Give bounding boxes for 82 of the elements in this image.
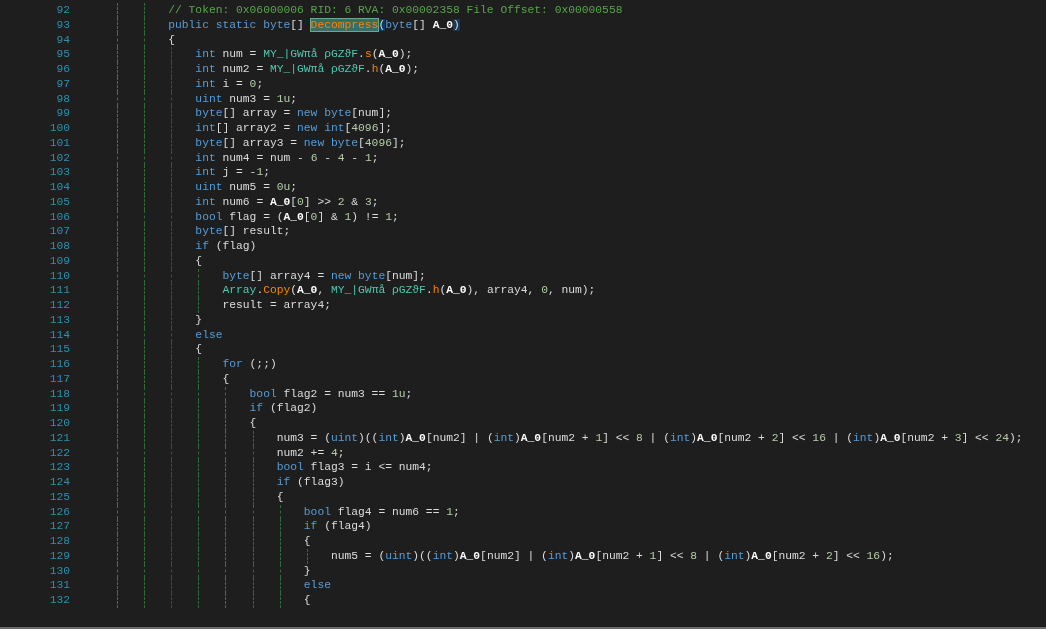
code-line: { <box>302 593 311 608</box>
code-line: { <box>167 32 175 48</box>
code-line: byte[] array3 = new byte[4096]; <box>194 135 406 151</box>
line-number: 105 <box>48 194 70 210</box>
code-line: for (;;) <box>221 357 277 372</box>
line-number: 101 <box>48 135 70 151</box>
code-line: if (flag3) <box>275 475 345 490</box>
code-line: public static byte[] Decompress(byte[] A_0) <box>167 17 460 33</box>
code-line: else <box>194 327 223 343</box>
code-line: int[] array2 = new int[4096]; <box>194 121 392 136</box>
line-number: 124 <box>48 475 70 490</box>
code-line: bool flag = (A_0[0] & 1) != 1; <box>194 209 399 225</box>
code-line: byte[] array = new byte[num]; <box>194 106 392 121</box>
code-line: else <box>302 578 331 593</box>
line-number: 123 <box>48 460 70 475</box>
code-line: if (flag2) <box>248 401 318 416</box>
line-number: 103 <box>48 165 70 180</box>
line-number: 117 <box>48 371 70 387</box>
code-line: Array.Copy(A_0, MY_|GWπå ρGZϑF.h(A_0), array4, 0, num); <box>221 283 596 298</box>
line-number: 93 <box>55 17 70 33</box>
line-number: 118 <box>48 386 70 402</box>
line-number: 96 <box>55 62 70 77</box>
line-number: 129 <box>48 548 70 564</box>
line-number: 119 <box>48 401 70 416</box>
code-line: { <box>194 253 203 269</box>
line-number: 126 <box>48 504 70 520</box>
code-line: bool flag4 = num6 == 1; <box>302 504 460 520</box>
line-number: 127 <box>48 519 70 534</box>
line-number: 95 <box>55 47 70 62</box>
line-number: 121 <box>48 430 70 446</box>
line-number: 114 <box>48 327 70 343</box>
code-line: bool flag3 = i <= num4; <box>275 460 433 475</box>
line-number: 100 <box>48 121 70 136</box>
code-line: num3 = (uint)((int)A_0[num2] | (int)A_0[num2 + 1] << 8 | (int)A_0[num2 + 2] << 16 | (int)A_0[num2 + 3] << 24); <box>275 430 1023 446</box>
line-number: 102 <box>48 150 70 166</box>
code-line: result = array4; <box>221 298 331 313</box>
code-line: } <box>194 312 203 328</box>
line-number: 125 <box>48 489 70 505</box>
line-number: 113 <box>48 312 70 328</box>
code-line: int num6 = A_0[0] >> 2 & 3; <box>194 194 379 210</box>
code-line: int num2 = MY_|GWπå ρGZϑF.h(A_0); <box>194 62 420 77</box>
line-number: 131 <box>48 578 70 593</box>
code-line: if (flag4) <box>302 519 372 534</box>
line-number: 109 <box>48 253 70 269</box>
line-number: 92 <box>55 3 70 18</box>
line-number: 98 <box>55 91 70 107</box>
line-number: 115 <box>48 342 70 357</box>
line-number: 132 <box>48 593 70 608</box>
code-line: byte[] array4 = new byte[num]; <box>221 268 426 284</box>
code-line: bool flag2 = num3 == 1u; <box>248 386 413 402</box>
code-line: if (flag) <box>194 239 257 254</box>
code-line: { <box>248 416 257 431</box>
line-number: 128 <box>48 534 70 549</box>
code-line: uint num3 = 1u; <box>194 91 298 107</box>
line-number: 99 <box>55 106 70 121</box>
code-line: int num4 = num - 6 - 4 - 1; <box>194 150 379 166</box>
code-line: { <box>194 342 203 357</box>
line-number: 97 <box>55 76 70 92</box>
line-number: 122 <box>48 445 70 461</box>
line-number: 104 <box>48 180 70 195</box>
code-line: uint num5 = 0u; <box>194 180 298 195</box>
line-number: 120 <box>48 416 70 431</box>
line-number: 94 <box>55 32 70 48</box>
code-line: { <box>302 534 311 549</box>
line-number: 116 <box>48 357 70 372</box>
code-line: // Token: 0x06000006 RID: 6 RVA: 0x00002358 File Offset: 0x00000558 <box>167 3 623 18</box>
line-number: 107 <box>48 224 70 239</box>
code-line: { <box>221 371 230 387</box>
line-number: 110 <box>48 268 70 284</box>
line-number: 130 <box>48 563 70 579</box>
line-number: 112 <box>48 298 70 313</box>
line-number: 111 <box>48 283 70 298</box>
code-line: num2 += 4; <box>275 445 345 461</box>
code-line: int i = 0; <box>194 76 264 92</box>
code-line: { <box>275 489 284 505</box>
code-line: int j = -1; <box>194 165 270 180</box>
code-line: byte[] result; <box>194 224 291 239</box>
code-line: int num = MY_|GWπå ρGZϑF.s(A_0); <box>194 47 413 62</box>
line-number: 108 <box>48 239 70 254</box>
line-number: 106 <box>48 209 70 225</box>
code-line: num5 = (uint)((int)A_0[num2] | (int)A_0[num2 + 1] << 8 | (int)A_0[num2 + 2] << 16); <box>329 548 894 564</box>
code-line: } <box>302 563 311 579</box>
